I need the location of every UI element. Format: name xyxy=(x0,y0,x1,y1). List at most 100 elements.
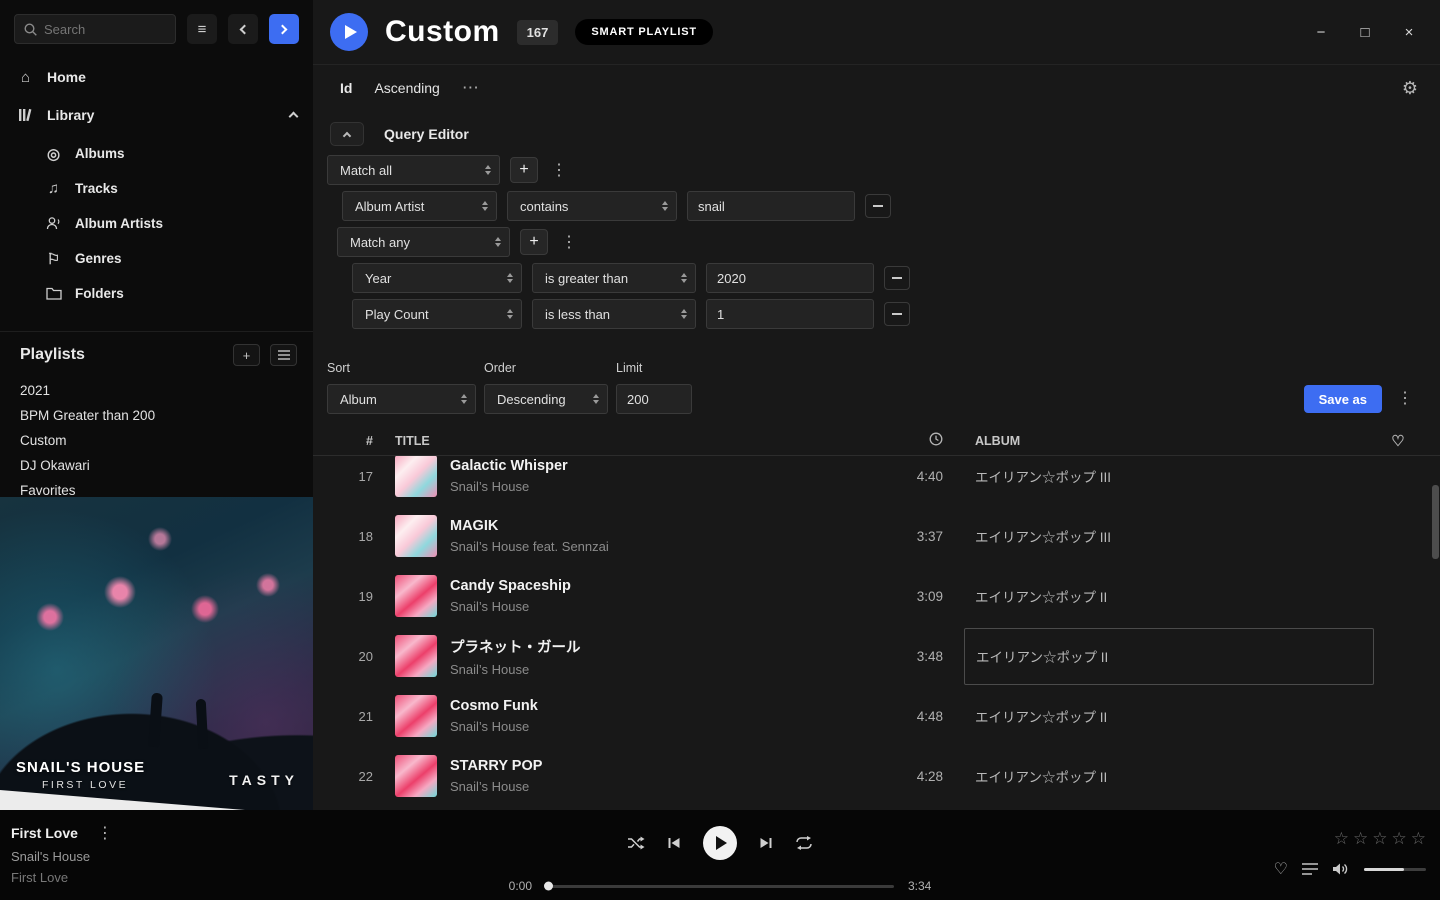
track-artist: Snail’s House xyxy=(450,479,568,494)
sidebar-item-home[interactable]: ⌂ Home xyxy=(0,58,313,96)
previous-icon xyxy=(667,837,681,849)
remove-rule2-button[interactable] xyxy=(884,266,910,290)
volume-button[interactable] xyxy=(1332,862,1350,876)
table-row[interactable]: 21 Cosmo Funk Snail’s House 4:48 エイリアン☆ポ… xyxy=(313,686,1440,746)
rule2-value-input[interactable] xyxy=(706,263,874,293)
track-duration: 4:40 xyxy=(873,469,943,484)
track-thumbnail xyxy=(395,515,437,557)
column-duration[interactable] xyxy=(873,432,943,449)
table-row[interactable]: 19 Candy Spaceship Snail’s House 3:09 エイ… xyxy=(313,566,1440,626)
sidebar-item-album-artists[interactable]: Album Artists xyxy=(0,206,313,241)
query-editor-header: Query Editor xyxy=(313,119,1440,149)
sidebar-item-library[interactable]: Library xyxy=(0,96,313,134)
maximize-icon: □ xyxy=(1360,24,1369,41)
rule3-field-select[interactable]: Play Count xyxy=(352,299,522,329)
play-pause-button[interactable] xyxy=(703,826,737,860)
remove-rule1-button[interactable] xyxy=(865,194,891,218)
rule1-operator-select[interactable]: contains xyxy=(507,191,677,221)
queue-button[interactable] xyxy=(1302,863,1318,875)
column-album[interactable]: ALBUM xyxy=(975,434,1378,448)
table-row[interactable]: 20 プラネット・ガール Snail’s House 3:48 エイリアン☆ポッ… xyxy=(313,626,1440,686)
track-number: 21 xyxy=(313,709,379,724)
search-box[interactable] xyxy=(14,14,176,44)
star-icon[interactable]: ☆ xyxy=(1411,829,1426,849)
match-type-select-2[interactable]: Match any xyxy=(337,227,510,257)
table-row[interactable]: 17 Galactic Whisper Snail’s House 4:40 エ… xyxy=(313,456,1440,506)
sort-field-button[interactable]: Id xyxy=(340,80,352,96)
select-arrows-icon xyxy=(507,309,513,319)
add-playlist-button[interactable]: + xyxy=(233,344,260,366)
playlist-item-custom[interactable]: Custom xyxy=(0,428,313,453)
shuffle-button[interactable] xyxy=(627,836,645,850)
plus-icon: + xyxy=(529,234,538,250)
sort-direction-button[interactable]: Ascending xyxy=(374,80,439,96)
sidebar-item-tracks[interactable]: ♫ Tracks xyxy=(0,171,313,206)
track-thumbnail xyxy=(395,635,437,677)
column-favorite[interactable]: ♡ xyxy=(1378,432,1418,450)
maximize-button[interactable]: □ xyxy=(1348,15,1382,49)
save-as-button[interactable]: Save as xyxy=(1304,385,1382,413)
heart-icon: ♡ xyxy=(1391,433,1404,450)
repeat-icon xyxy=(795,836,813,850)
rule3-operator-select[interactable]: is less than xyxy=(532,299,696,329)
rule2-field-select[interactable]: Year xyxy=(352,263,522,293)
sidebar-item-genres[interactable]: ⚐ Genres xyxy=(0,241,313,276)
column-number[interactable]: # xyxy=(313,434,379,448)
back-button[interactable] xyxy=(228,14,258,44)
sort-select[interactable]: Album xyxy=(327,384,476,414)
more-options-button[interactable]: ⋯ xyxy=(462,78,480,98)
column-title[interactable]: TITLE xyxy=(379,434,873,448)
sidebar-item-folders[interactable]: Folders xyxy=(0,276,313,311)
next-button[interactable] xyxy=(759,837,773,849)
playlist-view-button[interactable] xyxy=(270,344,297,366)
rule1-field-select[interactable]: Album Artist xyxy=(342,191,497,221)
save-menu-button[interactable]: ⋮ xyxy=(1394,388,1416,408)
limit-input[interactable] xyxy=(616,384,692,414)
repeat-button[interactable] xyxy=(795,836,813,850)
close-button[interactable]: × xyxy=(1392,15,1426,49)
play-playlist-button[interactable] xyxy=(330,13,368,51)
query-editor-collapse-button[interactable] xyxy=(330,122,364,146)
add-rule-button-2[interactable]: + xyxy=(520,229,548,255)
star-icon[interactable]: ☆ xyxy=(1353,829,1368,849)
minimize-button[interactable]: − xyxy=(1304,15,1338,49)
add-rule-button-1[interactable]: + xyxy=(510,157,538,183)
favorite-heart-button[interactable]: ♡ xyxy=(1274,859,1288,879)
seek-handle[interactable] xyxy=(544,882,553,891)
sidebar-item-albums[interactable]: ◎ Albums xyxy=(0,136,313,171)
track-album-focused[interactable]: エイリアン☆ポップ II xyxy=(964,628,1374,685)
playlist-item-dj-okawari[interactable]: DJ Okawari xyxy=(0,453,313,478)
seek-bar[interactable] xyxy=(546,885,894,888)
star-icon[interactable]: ☆ xyxy=(1334,829,1349,849)
rule2-operator-select[interactable]: is greater than xyxy=(532,263,696,293)
group-menu-button-2[interactable]: ⋮ xyxy=(558,232,580,252)
vertical-scrollbar-thumb[interactable] xyxy=(1432,485,1439,559)
settings-gear-button[interactable]: ⚙ xyxy=(1402,78,1418,99)
now-playing-menu-button[interactable]: ⋮ xyxy=(94,823,116,843)
table-row[interactable]: 18 MAGIK Snail’s House feat. Sennzai 3:3… xyxy=(313,506,1440,566)
search-input[interactable] xyxy=(44,22,166,37)
order-value: Descending xyxy=(497,392,566,407)
previous-button[interactable] xyxy=(667,837,681,849)
menu-button[interactable]: ≡ xyxy=(187,14,217,44)
order-select[interactable]: Descending xyxy=(484,384,608,414)
minus-icon xyxy=(892,313,902,315)
forward-button[interactable] xyxy=(269,14,299,44)
rule1-value-input[interactable] xyxy=(687,191,855,221)
playlist-item-bpm[interactable]: BPM Greater than 200 xyxy=(0,403,313,428)
star-icon[interactable]: ☆ xyxy=(1392,829,1407,849)
track-number: 20 xyxy=(313,649,379,664)
select-arrows-icon xyxy=(485,165,491,175)
volume-slider[interactable] xyxy=(1364,868,1426,871)
table-row[interactable]: 22 STARRY POP Snail’s House 4:28 エイリアン☆ポ… xyxy=(313,746,1440,806)
rule3-value-input[interactable] xyxy=(706,299,874,329)
remove-rule3-button[interactable] xyxy=(884,302,910,326)
star-icon[interactable]: ☆ xyxy=(1372,829,1387,849)
group-menu-button-1[interactable]: ⋮ xyxy=(548,160,570,180)
select-arrows-icon xyxy=(681,309,687,319)
match-type-select-1[interactable]: Match all xyxy=(327,155,500,185)
playlist-item-2021[interactable]: 2021 xyxy=(0,378,313,403)
artwork-artist-text: SNAIL'S HOUSE xyxy=(16,759,145,776)
order-group: Order Descending xyxy=(484,361,608,414)
select-arrows-icon xyxy=(662,201,668,211)
